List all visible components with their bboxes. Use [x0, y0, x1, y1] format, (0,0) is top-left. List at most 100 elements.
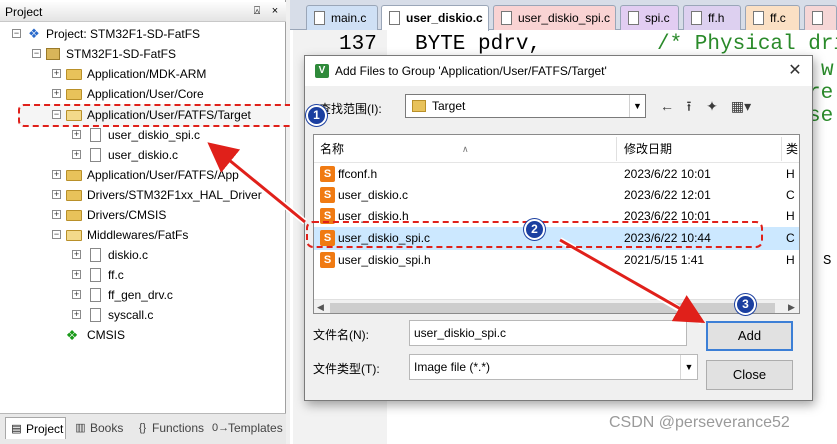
- column-name[interactable]: 名称: [320, 135, 344, 163]
- editor-tab-user-diskio-spi-c[interactable]: user_diskio_spi.c: [493, 5, 616, 30]
- tree-item-label: Drivers/CMSIS: [87, 208, 167, 222]
- file-date: 2021/5/15 1:41: [624, 253, 705, 267]
- tab-functions[interactable]: {} Functions: [132, 417, 206, 439]
- file-icon: [501, 11, 512, 25]
- tree-item-label: ff.c: [108, 268, 124, 282]
- expand-icon[interactable]: +: [52, 170, 61, 179]
- tree-item-label: Application/User/Core: [87, 87, 204, 101]
- tree-item-file[interactable]: + ff.c: [0, 265, 285, 285]
- file-row[interactable]: S user_diskio_spi.h 2021/5/15 1:41 H: [314, 250, 799, 271]
- line-number: 137: [339, 33, 377, 56]
- expand-icon[interactable]: +: [72, 250, 81, 259]
- tab-label: ff.c: [770, 11, 786, 25]
- folder-open-icon: [66, 110, 82, 121]
- scrollbar-thumb[interactable]: [330, 303, 775, 313]
- step-badge: 3: [735, 294, 756, 315]
- tree-item-label: user_diskio.c: [108, 148, 179, 162]
- collapse-icon[interactable]: −: [52, 110, 61, 119]
- file-row[interactable]: S user_diskio.c 2023/6/22 12:01 C: [314, 185, 799, 206]
- editor-tab-ff-c[interactable]: ff.c: [745, 5, 800, 30]
- step-badge: 1: [306, 105, 327, 126]
- back-arrow-icon[interactable]: ←: [657, 96, 677, 116]
- collapse-icon[interactable]: −: [52, 230, 61, 239]
- tree-item-group-selected[interactable]: − Application/User/FATFS/Target: [0, 105, 285, 125]
- tab-templates[interactable]: 0→ Templates: [208, 417, 286, 439]
- tree-item-label: diskio.c: [108, 248, 149, 262]
- expand-icon[interactable]: +: [72, 150, 81, 159]
- scroll-right-icon[interactable]: ▶: [788, 302, 795, 313]
- source-file-icon: S: [320, 187, 335, 203]
- expand-icon[interactable]: +: [52, 190, 61, 199]
- file-name-input[interactable]: user_diskio_spi.c: [409, 320, 687, 346]
- look-in-label: 查找范围(I):: [319, 102, 382, 116]
- editor-tab-main-c[interactable]: main.c: [306, 5, 378, 30]
- tree-item-file[interactable]: + diskio.c: [0, 245, 285, 265]
- tree-item-group[interactable]: + Application/User/Core: [0, 84, 285, 104]
- file-date: 2023/6/22 12:01: [624, 188, 711, 202]
- folder-icon: [66, 89, 82, 100]
- expand-icon[interactable]: +: [72, 290, 81, 299]
- tree-item-cmsis[interactable]: ❖ CMSIS: [0, 325, 285, 345]
- tree-item-file[interactable]: + ff_gen_drv.c: [0, 285, 285, 305]
- tree-item-group[interactable]: + Drivers/STM32F1xx_HAL_Driver: [0, 185, 285, 205]
- collapse-icon[interactable]: −: [12, 29, 21, 38]
- file-icon: [90, 268, 101, 282]
- column-divider[interactable]: [781, 137, 782, 161]
- close-button[interactable]: Close: [706, 360, 793, 390]
- tree-item-group[interactable]: + Application/User/FATFS/App: [0, 165, 285, 185]
- column-type[interactable]: 类: [786, 135, 798, 163]
- collapse-icon[interactable]: −: [32, 49, 41, 58]
- file-name: user_diskio.c: [338, 188, 409, 202]
- code-fragment: S: [823, 253, 832, 269]
- file-row[interactable]: S ffconf.h 2023/6/22 10:01 H: [314, 164, 799, 185]
- expand-icon[interactable]: +: [52, 210, 61, 219]
- tree-item-project[interactable]: − ❖ Project: STM32F1-SD-FatFS: [0, 24, 285, 44]
- expand-icon[interactable]: +: [52, 69, 61, 78]
- scroll-left-icon[interactable]: ◀: [317, 302, 324, 313]
- file-icon: [691, 11, 702, 25]
- tab-project[interactable]: ▤ Project: [5, 417, 66, 439]
- functions-icon: {}: [138, 422, 147, 434]
- expand-icon[interactable]: +: [52, 89, 61, 98]
- up-folder-icon[interactable]: ⭱: [679, 96, 699, 116]
- editor-tab-user-diskio-c[interactable]: user_diskio.c: [381, 5, 489, 31]
- panel-close-icon[interactable]: ×: [268, 4, 282, 18]
- file-type-dropdown[interactable]: Image file (*.*) ▼: [409, 354, 698, 380]
- tree-item-label: ff_gen_drv.c: [108, 288, 173, 302]
- dialog-titlebar[interactable]: V Add Files to Group 'Application/User/F…: [305, 56, 812, 86]
- tree-item-label: Middlewares/FatFs: [87, 228, 189, 242]
- tab-label: Functions: [152, 421, 205, 435]
- view-menu-icon[interactable]: ▦▾: [726, 96, 756, 116]
- file-icon: [90, 148, 101, 162]
- add-button[interactable]: Add: [706, 321, 793, 351]
- editor-tab-overflow[interactable]: [804, 5, 837, 30]
- tree-item-target[interactable]: − STM32F1-SD-FatFS: [0, 44, 285, 64]
- tree-item-group[interactable]: − Middlewares/FatFs: [0, 225, 285, 245]
- look-in-dropdown[interactable]: Target ▼: [405, 94, 646, 118]
- editor-tab-spi-c[interactable]: spi.c: [620, 5, 679, 30]
- tree-item-label: user_diskio_spi.c: [108, 128, 201, 142]
- column-divider[interactable]: [616, 137, 617, 161]
- tree-item-file[interactable]: + user_diskio.c: [0, 145, 285, 165]
- folder-open-icon: [66, 230, 82, 241]
- project-panel: Project ⍓ × − ❖ Project: STM32F1-SD-FatF…: [0, 0, 300, 444]
- editor-tab-strip: main.c user_diskio.c user_diskio_spi.c s…: [290, 0, 837, 31]
- expand-icon[interactable]: +: [72, 130, 81, 139]
- file-type-label: 文件类型(T):: [313, 362, 380, 376]
- horizontal-scrollbar[interactable]: ◀ ▶: [314, 299, 799, 313]
- tree-item-file[interactable]: + user_diskio_spi.c: [0, 125, 285, 145]
- tree-item-label: Application/User/FATFS/Target: [87, 108, 251, 122]
- new-folder-icon[interactable]: ✦: [702, 96, 722, 116]
- expand-icon[interactable]: +: [72, 310, 81, 319]
- tree-item-file[interactable]: + syscall.c: [0, 305, 285, 325]
- editor-tab-ff-h[interactable]: ff.h: [683, 5, 741, 30]
- expand-icon[interactable]: +: [72, 270, 81, 279]
- tree-item-group[interactable]: + Drivers/CMSIS: [0, 205, 285, 225]
- pin-icon[interactable]: ⍓: [250, 4, 264, 18]
- panel-header: Project: [0, 2, 286, 22]
- tab-books[interactable]: ▥ Books: [70, 417, 128, 439]
- tree-item-group[interactable]: + Application/MDK-ARM: [0, 64, 285, 84]
- dialog-close-button[interactable]: ✕: [785, 61, 805, 81]
- source-file-icon: S: [320, 252, 335, 268]
- column-date[interactable]: 修改日期: [624, 135, 672, 163]
